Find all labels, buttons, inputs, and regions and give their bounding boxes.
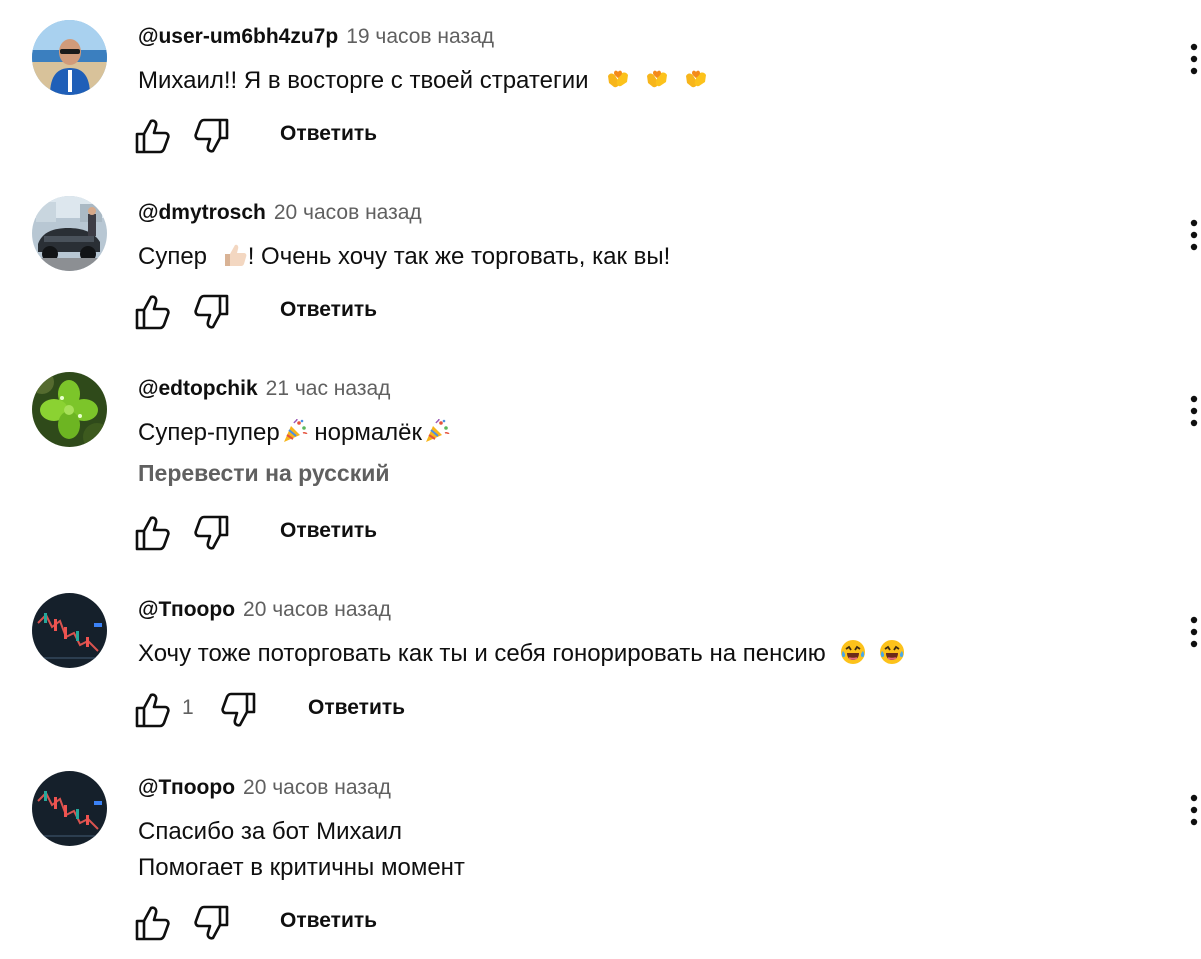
comment-time[interactable]: 21 час назад <box>266 377 391 400</box>
comment-header: @user-um6bh4zu7p 19 часов назад <box>138 23 494 51</box>
comment-item: @Тпooрo 20 часов назад Спасибо за бот Мих… <box>0 751 1201 959</box>
comment-text-line: Михаил!! Я в восторге с твоей стратегии <box>138 67 589 94</box>
laughing-emoji <box>879 639 905 665</box>
comment-item: @Тпooрo 20 часов назад Хочу тоже поторгов… <box>0 573 1201 751</box>
comment-header: @Тпooрo 20 часов назад <box>138 774 391 802</box>
avatar[interactable] <box>32 593 107 668</box>
comment-text: Супер ! Очень хочу так же торговать, как… <box>138 239 670 275</box>
comment-text-part: Супер-пупер <box>138 419 280 446</box>
hands-heart-emoji <box>605 66 631 92</box>
author-name[interactable]: @Тпooрo <box>138 776 235 799</box>
comment-item: @dmytrosch 20 часов назад Супер ! Очень х… <box>0 176 1201 352</box>
comment-text: Михаил!! Я в восторге с твоей стратегии <box>138 63 709 99</box>
avatar[interactable] <box>32 196 107 271</box>
author-name[interactable]: @edtopchik <box>138 377 258 400</box>
hands-heart-emoji <box>683 66 709 92</box>
hands-heart-emoji <box>644 66 670 92</box>
comment-text-part: Супер <box>138 243 208 270</box>
comment-header: @Тпooрo 20 часов назад <box>138 596 391 624</box>
like-button[interactable] <box>132 513 172 553</box>
party-popper-emoji <box>282 418 308 444</box>
comment-time[interactable]: 20 часов назад <box>243 598 391 621</box>
comment-text-line: Помогает в критичны момент <box>138 854 465 881</box>
dislike-button[interactable] <box>192 292 232 332</box>
like-count: 1 <box>182 696 194 719</box>
comment-text: Хочу тоже поторговать как ты и себя гоно… <box>138 636 905 672</box>
more-actions-icon[interactable] <box>1187 615 1201 649</box>
reply-button[interactable]: Ответить <box>280 122 377 146</box>
author-name[interactable]: @dmytrosch <box>138 201 266 224</box>
dislike-button[interactable] <box>192 903 232 943</box>
party-popper-emoji <box>424 418 450 444</box>
laughing-emoji <box>840 639 866 665</box>
thumbs-up-emoji <box>222 242 248 268</box>
dislike-button[interactable] <box>192 513 232 553</box>
reply-button[interactable]: Ответить <box>280 298 377 322</box>
translate-link[interactable]: Перевести на русский <box>138 460 389 487</box>
avatar[interactable] <box>32 771 107 846</box>
more-actions-icon[interactable] <box>1187 394 1201 428</box>
comment-header: @dmytrosch 20 часов назад <box>138 199 422 227</box>
reply-button[interactable]: Ответить <box>280 909 377 933</box>
like-button[interactable] <box>132 116 172 156</box>
comment-item: @edtopchik 21 час назад Супер-пупер норма… <box>0 352 1201 573</box>
like-button[interactable] <box>132 690 172 730</box>
comment-text-line: Хочу тоже поторговать как ты и себя гоно… <box>138 640 826 667</box>
comment-text-line: Спасибо за бот Михаил <box>138 818 402 845</box>
comment-time[interactable]: 20 часов назад <box>243 776 391 799</box>
more-actions-icon[interactable] <box>1187 793 1201 827</box>
comment-header: @edtopchik 21 час назад <box>138 375 390 403</box>
comment-text: Супер-пупер нормалёк <box>138 415 450 451</box>
comment-item: @user-um6bh4zu7p 19 часов назад Михаил!! … <box>0 0 1201 176</box>
reply-button[interactable]: Ответить <box>280 519 377 543</box>
author-name[interactable]: @Тпooрo <box>138 598 235 621</box>
comment-text-part: ! Очень хочу так же торговать, как вы! <box>247 243 671 270</box>
avatar[interactable] <box>32 372 107 447</box>
comment-text: Спасибо за бот Михаил Помогает в критичн… <box>138 814 465 886</box>
dislike-button[interactable] <box>219 690 259 730</box>
comment-text-part: нормалёк <box>307 419 423 446</box>
reply-button[interactable]: Ответить <box>308 696 405 720</box>
more-actions-icon[interactable] <box>1187 218 1201 252</box>
like-button[interactable] <box>132 292 172 332</box>
avatar[interactable] <box>32 20 107 95</box>
comment-time[interactable]: 19 часов назад <box>346 25 494 48</box>
comment-time[interactable]: 20 часов назад <box>274 201 422 224</box>
more-actions-icon[interactable] <box>1187 42 1201 76</box>
dislike-button[interactable] <box>192 116 232 156</box>
like-button[interactable] <box>132 903 172 943</box>
author-name[interactable]: @user-um6bh4zu7p <box>138 25 338 48</box>
